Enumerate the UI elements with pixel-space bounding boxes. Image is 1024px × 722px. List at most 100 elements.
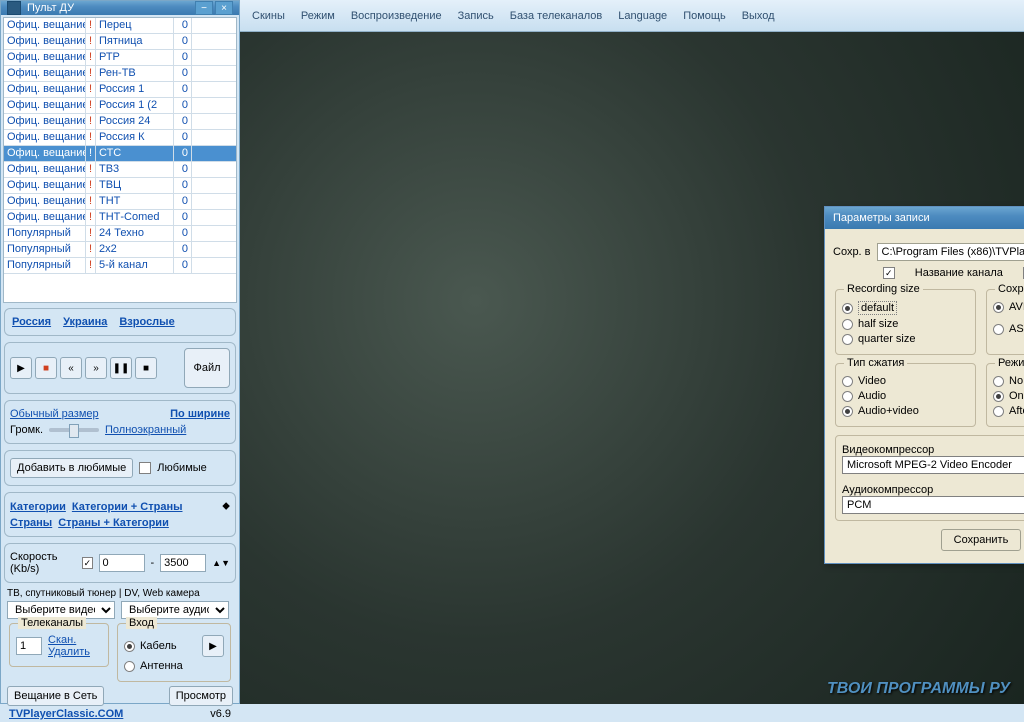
rewind-button[interactable]: « bbox=[60, 357, 82, 379]
antenna-radio[interactable] bbox=[124, 661, 135, 672]
channel-row[interactable]: Офиц. вещание!Рен-ТВ0 bbox=[4, 66, 236, 82]
tuner-label: ТВ, спутниковый тюнер | DV, Web камера bbox=[1, 586, 239, 601]
cat-country-link[interactable]: Категории + Страны bbox=[72, 501, 183, 513]
channel-row[interactable]: Офиц. вещание!ТНТ0 bbox=[4, 194, 236, 210]
watermark: ТВОИ ПРОГРАММЫ РУ bbox=[827, 680, 1010, 698]
channel-row[interactable]: Популярный!5-й канал0 bbox=[4, 258, 236, 274]
speed-max-input[interactable] bbox=[160, 554, 206, 572]
compmode-fly-radio[interactable] bbox=[993, 391, 1004, 402]
cable-radio[interactable] bbox=[124, 641, 135, 652]
channel-row[interactable]: Офиц. вещание!РТР0 bbox=[4, 50, 236, 66]
menu-воспроизведение[interactable]: Воспроизведение bbox=[351, 10, 442, 22]
menubar: Скины Режим Воспроизведение Запись База теле… bbox=[240, 0, 1024, 32]
menu-скины[interactable]: Скины bbox=[252, 10, 285, 22]
preview-button[interactable]: Просмотр bbox=[169, 686, 233, 706]
channel-row[interactable]: Офиц. вещание!ТВЦ0 bbox=[4, 178, 236, 194]
audio-compressor-select[interactable]: PCM▼ bbox=[842, 496, 1024, 514]
channel-row[interactable]: Офиц. вещание!Пятница0 bbox=[4, 34, 236, 50]
country-cat-link[interactable]: Страны + Категории bbox=[58, 517, 169, 529]
forward-button[interactable]: » bbox=[85, 357, 107, 379]
broadcast-button[interactable]: Вещание в Сеть bbox=[7, 686, 104, 706]
channel-number-input[interactable] bbox=[16, 637, 42, 655]
by-width-link[interactable]: По ширине bbox=[170, 408, 230, 420]
menu-помощь[interactable]: Помощь bbox=[683, 10, 726, 22]
video-compressor-select[interactable]: Microsoft MPEG-2 Video Encoder▼ bbox=[842, 456, 1024, 474]
record-settings-dialog: Параметры записи Сохр. в 📁 ✓Название кан… bbox=[824, 206, 1024, 564]
save-button[interactable]: Сохранить bbox=[941, 529, 1021, 551]
favorites-checkbox[interactable] bbox=[139, 462, 151, 474]
pause-button[interactable]: ❚❚ bbox=[110, 357, 132, 379]
tab-ukraine[interactable]: Украина bbox=[63, 316, 107, 328]
menu-выход[interactable]: Выход bbox=[742, 10, 775, 22]
menu-режим[interactable]: Режим bbox=[301, 10, 335, 22]
speed-label: Скорость (Kb/s) bbox=[10, 551, 76, 575]
comptype-av-radio[interactable] bbox=[842, 406, 853, 417]
channel-list[interactable]: Офиц. вещание!Перец0Офиц. вещание!Пятниц… bbox=[3, 17, 237, 303]
channel-row[interactable]: Офиц. вещание!Россия К0 bbox=[4, 130, 236, 146]
saveto-asf-radio[interactable] bbox=[993, 324, 1004, 335]
input-play-button[interactable]: ▶ bbox=[202, 635, 224, 657]
recsize-quarter-radio[interactable] bbox=[842, 334, 853, 345]
recording-size-group: Recording size default half size quarter… bbox=[835, 289, 976, 355]
channel-row[interactable]: Популярный!24 Техно0 bbox=[4, 226, 236, 242]
menu-запись[interactable]: Запись bbox=[458, 10, 494, 22]
site-link[interactable]: TVPlayerClassic.COM bbox=[9, 708, 123, 720]
fullscreen-link[interactable]: Полноэкранный bbox=[105, 424, 186, 436]
record-button[interactable]: ■ bbox=[35, 357, 57, 379]
titlebar: Пульт ДУ − × bbox=[1, 1, 239, 15]
file-button[interactable]: Файл bbox=[184, 348, 230, 388]
channel-row[interactable]: Офиц. вещание!Россия 1 (20 bbox=[4, 98, 236, 114]
countries-link[interactable]: Страны bbox=[10, 517, 52, 529]
recsize-default-radio[interactable] bbox=[842, 303, 853, 314]
country-tabs: Россия Украина Взрослые bbox=[4, 308, 236, 336]
delete-link[interactable]: Удалить bbox=[48, 646, 90, 658]
save-path-input[interactable] bbox=[877, 243, 1024, 261]
volume-label: Громк. bbox=[10, 424, 43, 436]
menu-база телеканалов[interactable]: База телеканалов bbox=[510, 10, 603, 22]
speed-section: Скорость (Kb/s) ✓ - ▲▼ bbox=[4, 543, 236, 583]
favorites-section: Добавить в любимые Любимые bbox=[4, 450, 236, 486]
compmode-after-radio[interactable] bbox=[993, 406, 1004, 417]
normal-size-link[interactable]: Обычный размер bbox=[10, 408, 99, 420]
comptype-video-radio[interactable] bbox=[842, 376, 853, 387]
dialog-titlebar: Параметры записи bbox=[825, 207, 1024, 229]
channel-row[interactable]: Офиц. вещание!ТВ30 bbox=[4, 162, 236, 178]
tab-adult[interactable]: Взрослые bbox=[119, 316, 174, 328]
compmode-no-radio[interactable] bbox=[993, 376, 1004, 387]
channel-row[interactable]: Офиц. вещание!ТНТ-Comed0 bbox=[4, 210, 236, 226]
categories-link[interactable]: Категории bbox=[10, 501, 66, 513]
speed-min-input[interactable] bbox=[99, 554, 145, 572]
recsize-half-radio[interactable] bbox=[842, 319, 853, 330]
minimize-button[interactable]: − bbox=[195, 1, 213, 15]
app-icon bbox=[7, 1, 21, 15]
channel-name-checkbox[interactable]: ✓ bbox=[883, 267, 895, 279]
categories-section: Категории Категории + Страны ⬥ Страны Ст… bbox=[4, 492, 236, 537]
channel-row[interactable]: Офиц. вещание!Перец0 bbox=[4, 18, 236, 34]
channel-row[interactable]: Офиц. вещание!Россия 10 bbox=[4, 82, 236, 98]
play-button[interactable]: ▶ bbox=[10, 357, 32, 379]
vcomp-label: Видеокомпрессор bbox=[842, 444, 1024, 456]
video-area: ТВОИ ПРОГРАММЫ РУ Параметры записи Сохр.… bbox=[240, 32, 1024, 704]
volume-slider[interactable] bbox=[49, 428, 99, 432]
input-legend: Вход bbox=[126, 617, 157, 629]
close-button[interactable]: × bbox=[215, 1, 233, 15]
playback-controls: ▶ ■ « » ❚❚ ■ Файл bbox=[4, 342, 236, 394]
stop-button[interactable]: ■ bbox=[135, 357, 157, 379]
save-in-label: Сохр. в bbox=[833, 246, 871, 258]
saveto-avi-radio[interactable] bbox=[993, 302, 1004, 313]
channel-row[interactable]: Офиц. вещание!СТС0 bbox=[4, 146, 236, 162]
window-title: Пульт ДУ bbox=[27, 2, 74, 14]
menu-language[interactable]: Language bbox=[618, 10, 667, 22]
main-area: Скины Режим Воспроизведение Запись База теле… bbox=[240, 0, 1024, 704]
speed-checkbox[interactable]: ✓ bbox=[82, 557, 92, 569]
compression-type-group: Тип сжатия Video Audio Audio+video bbox=[835, 363, 976, 427]
add-favorites-button[interactable]: Добавить в любимые bbox=[10, 458, 133, 478]
channel-row[interactable]: Офиц. вещание!Россия 240 bbox=[4, 114, 236, 130]
save-format-group: Сохранять в AVI or MPEG ASF (1) bbox=[986, 289, 1024, 355]
comptype-audio-radio[interactable] bbox=[842, 391, 853, 402]
version-label: v6.9 bbox=[210, 708, 231, 720]
acomp-label: Аудиокомпрессор bbox=[842, 484, 1024, 496]
channel-row[interactable]: Популярный!2x20 bbox=[4, 242, 236, 258]
tab-russia[interactable]: Россия bbox=[12, 316, 51, 328]
scan-link[interactable]: Скан. bbox=[48, 634, 90, 646]
